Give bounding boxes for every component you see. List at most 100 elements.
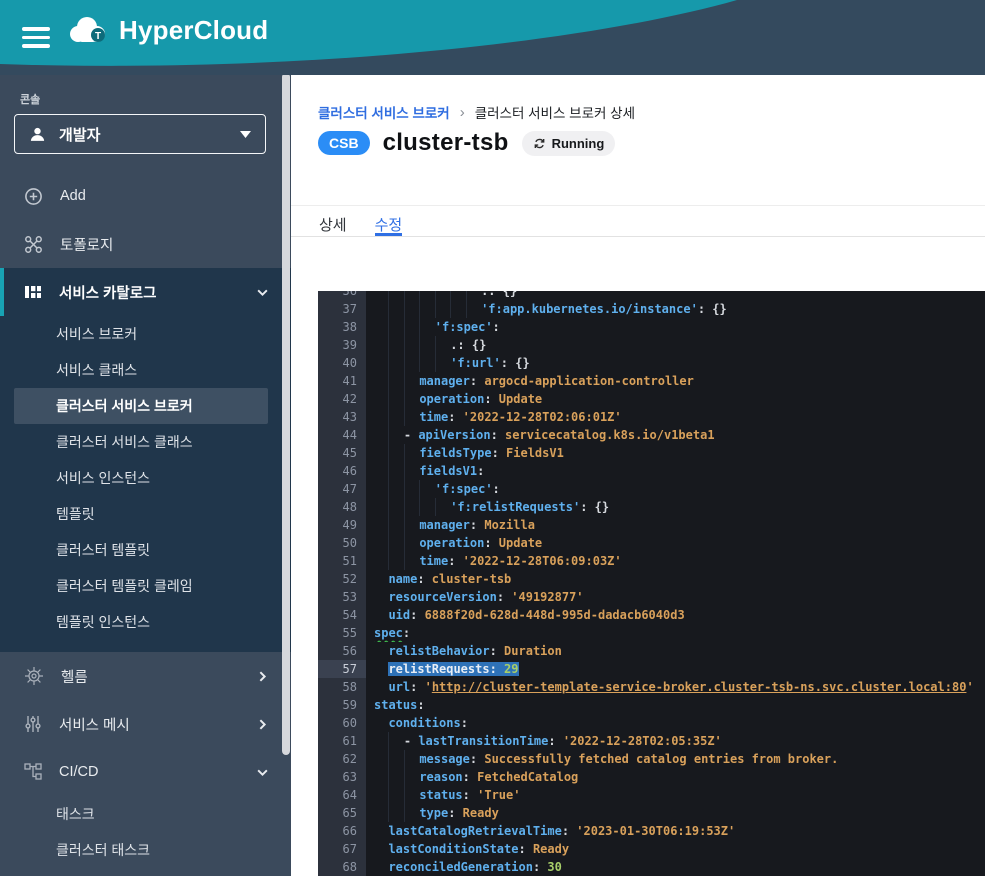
editor-row[interactable]: 61- lastTransitionTime: '2022-12-28T02:0… — [318, 732, 985, 750]
tab-bar: 상세 수정 — [291, 205, 985, 237]
editor-row[interactable]: 51time: '2022-12-28T06:09:03Z' — [318, 552, 985, 570]
code-line[interactable]: 'f:relistRequests': {} — [366, 498, 985, 516]
hamburger-menu-icon[interactable] — [22, 27, 50, 48]
code-line[interactable]: operation: Update — [366, 390, 985, 408]
editor-row[interactable]: 60conditions: — [318, 714, 985, 732]
editor-row[interactable]: 39.: {} — [318, 336, 985, 354]
code-line[interactable]: - lastTransitionTime: '2022-12-28T02:05:… — [366, 732, 985, 750]
sidebar-item-add[interactable]: Add — [0, 172, 291, 220]
sidebar-section-header-service-catalog[interactable]: 서비스 카탈로그 — [0, 268, 291, 316]
sidebar-section-header-service-mesh[interactable]: 서비스 메시 — [0, 700, 291, 748]
code-line[interactable]: name: cluster-tsb — [366, 570, 985, 588]
editor-row[interactable]: 41manager: argocd-application-controller — [318, 372, 985, 390]
chevron-right-icon — [256, 670, 269, 683]
editor-row[interactable]: 66lastCatalogRetrievalTime: '2023-01-30T… — [318, 822, 985, 840]
code-line[interactable]: conditions: — [366, 714, 985, 732]
perspective-dropdown[interactable]: 개발자 — [14, 114, 266, 154]
brand-logo[interactable]: T HyperCloud — [64, 14, 268, 46]
code-line[interactable]: operation: Update — [366, 534, 985, 552]
editor-row[interactable]: 54uid: 6888f20d-628d-448d-995d-dadacb604… — [318, 606, 985, 624]
sidebar-subitem[interactable]: 클러스터 템플릿 — [0, 532, 291, 568]
code-line[interactable]: manager: argocd-application-controller — [366, 372, 985, 390]
editor-row[interactable]: 42operation: Update — [318, 390, 985, 408]
editor-row[interactable]: 59status: — [318, 696, 985, 714]
editor-row[interactable]: 63reason: FetchedCatalog — [318, 768, 985, 786]
sidebar-section-header-cicd[interactable]: CI/CD — [0, 748, 291, 796]
sidebar-subitem[interactable]: 클러스터 템플릿 클레임 — [0, 568, 291, 604]
code-line[interactable]: fieldsType: FieldsV1 — [366, 444, 985, 462]
code-line[interactable]: type: Ready — [366, 804, 985, 822]
code-line[interactable]: status: — [366, 696, 985, 714]
editor-row[interactable]: 44- apiVersion: servicecatalog.k8s.io/v1… — [318, 426, 985, 444]
editor-row[interactable]: 40'f:url': {} — [318, 354, 985, 372]
code-line[interactable]: message: Successfully fetched catalog en… — [366, 750, 985, 768]
editor-row[interactable]: 47'f:spec': — [318, 480, 985, 498]
editor-row[interactable]: 56relistBehavior: Duration — [318, 642, 985, 660]
sidebar-subitem[interactable]: 태스크 런 — [0, 868, 291, 876]
line-number: 50 — [318, 534, 366, 552]
sidebar-scrollbar-thumb[interactable] — [282, 75, 290, 755]
sidebar-subitem[interactable]: 템플릿 — [0, 496, 291, 532]
editor-row[interactable]: 57relistRequests: 29 — [318, 660, 985, 678]
editor-row[interactable]: 62message: Successfully fetched catalog … — [318, 750, 985, 768]
code-line[interactable]: fieldsV1: — [366, 462, 985, 480]
breadcrumb-link[interactable]: 클러스터 서비스 브로커 — [318, 102, 450, 122]
code-line[interactable]: 'f:url': {} — [366, 354, 985, 372]
editor-row[interactable]: 65type: Ready — [318, 804, 985, 822]
code-line[interactable]: - apiVersion: servicecatalog.k8s.io/v1be… — [366, 426, 985, 444]
code-line[interactable]: lastCatalogRetrievalTime: '2023-01-30T06… — [366, 822, 985, 840]
sidebar-subitem[interactable]: 클러스터 서비스 클래스 — [0, 424, 291, 460]
code-line[interactable]: lastConditionState: Ready — [366, 840, 985, 858]
code-line[interactable]: manager: Mozilla — [366, 516, 985, 534]
editor-row[interactable]: 45fieldsType: FieldsV1 — [318, 444, 985, 462]
editor-row[interactable]: 64status: 'True' — [318, 786, 985, 804]
sidebar-section-header-helm[interactable]: 헬름 — [0, 652, 291, 700]
editor-row[interactable]: 58url: 'http://cluster-template-service-… — [318, 678, 985, 696]
sidebar: 콘솔 개발자 Add 토폴로지 — [0, 75, 291, 876]
sidebar-subitem[interactable]: 서비스 인스턴스 — [0, 460, 291, 496]
editor-row[interactable]: 50operation: Update — [318, 534, 985, 552]
code-line[interactable]: reason: FetchedCatalog — [366, 768, 985, 786]
editor-row[interactable]: 43time: '2022-12-28T02:06:01Z' — [318, 408, 985, 426]
editor-row[interactable]: 68reconciledGeneration: 30 — [318, 858, 985, 876]
code-line[interactable]: spec: — [366, 624, 985, 642]
code-line[interactable]: resourceVersion: '49192877' — [366, 588, 985, 606]
line-number: 53 — [318, 588, 366, 606]
tab-detail[interactable]: 상세 — [319, 206, 347, 236]
sidebar-section-service-catalog: 서비스 카탈로그 서비스 브로커서비스 클래스클러스터 서비스 브로커클러스터 … — [0, 268, 291, 652]
code-line[interactable]: 'f:spec': — [366, 318, 985, 336]
editor-row[interactable]: 52name: cluster-tsb — [318, 570, 985, 588]
code-line[interactable]: reconciledGeneration: 30 — [366, 858, 985, 876]
code-line[interactable]: time: '2022-12-28T06:09:03Z' — [366, 552, 985, 570]
sidebar-item-topology[interactable]: 토폴로지 — [0, 220, 291, 268]
sidebar-item-label: Add — [60, 188, 291, 204]
code-line[interactable]: .: {} — [366, 336, 985, 354]
code-line[interactable]: 'f:app.kubernetes.io/instance': {} — [366, 300, 985, 318]
code-line[interactable]: time: '2022-12-28T02:06:01Z' — [366, 408, 985, 426]
sidebar-subitem[interactable]: 서비스 브로커 — [0, 316, 291, 352]
editor-row[interactable]: 46fieldsV1: — [318, 462, 985, 480]
code-line[interactable]: relistBehavior: Duration — [366, 642, 985, 660]
editor-row[interactable]: 37'f:app.kubernetes.io/instance': {} — [318, 300, 985, 318]
sidebar-subitem[interactable]: 서비스 클래스 — [0, 352, 291, 388]
editor-row[interactable]: 55spec: — [318, 624, 985, 642]
editor-row[interactable]: 67lastConditionState: Ready — [318, 840, 985, 858]
tab-edit[interactable]: 수정 — [375, 206, 403, 236]
code-line[interactable]: status: 'True' — [366, 786, 985, 804]
sidebar-subitem[interactable]: 태스크 — [0, 796, 291, 832]
code-line[interactable]: 'f:spec': — [366, 480, 985, 498]
sidebar-subitem[interactable]: 클러스터 서비스 브로커 — [14, 388, 268, 424]
code-line[interactable]: url: 'http://cluster-template-service-br… — [366, 678, 985, 696]
editor-row[interactable]: 49manager: Mozilla — [318, 516, 985, 534]
editor-row[interactable]: 48'f:relistRequests': {} — [318, 498, 985, 516]
yaml-editor[interactable]: 36.: {}37'f:app.kubernetes.io/instance':… — [318, 291, 985, 876]
editor-row[interactable]: 53resourceVersion: '49192877' — [318, 588, 985, 606]
sidebar-subitem[interactable]: 클러스터 태스크 — [0, 832, 291, 868]
sidebar-subitem[interactable]: 템플릿 인스턴스 — [0, 604, 291, 640]
code-line[interactable]: uid: 6888f20d-628d-448d-995d-dadacb6040d… — [366, 606, 985, 624]
line-number: 55 — [318, 624, 366, 642]
editor-row[interactable]: 38'f:spec': — [318, 318, 985, 336]
code-line[interactable]: relistRequests: 29 — [366, 660, 985, 678]
editor-row[interactable]: 36.: {} — [318, 291, 985, 300]
code-line[interactable]: .: {} — [366, 291, 985, 300]
